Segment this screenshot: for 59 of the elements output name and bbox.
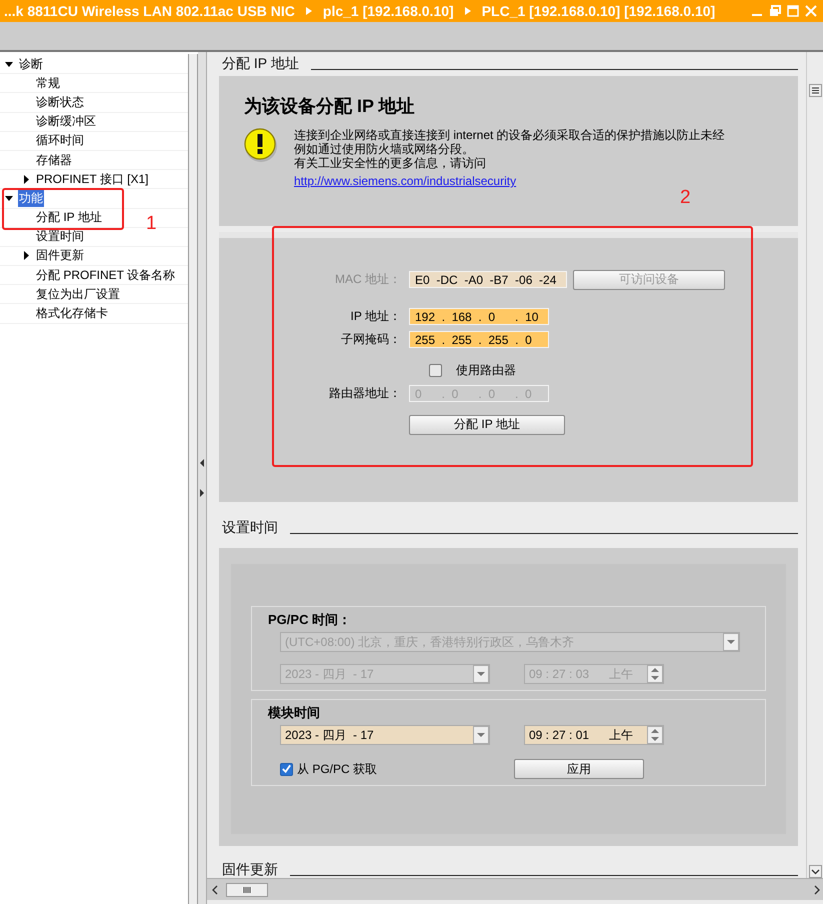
scrollbar[interactable] <box>188 54 198 904</box>
checkbox[interactable] <box>280 762 293 776</box>
link[interactable]: http://www.siemens.com/industrialsecurity <box>294 174 516 188</box>
annotation-number: 1 <box>146 213 157 235</box>
group-title: 模块时间 <box>268 704 321 722</box>
collapse-arrow-icon[interactable] <box>22 174 31 184</box>
tree-item[interactable]: 存储器 <box>35 152 73 169</box>
spinner-icon[interactable] <box>647 726 663 744</box>
tree-item[interactable]: 诊断状态 <box>35 94 85 111</box>
tree-item[interactable]: 设置时间 <box>35 228 85 246</box>
collapse-arrow-icon[interactable] <box>22 251 31 260</box>
section-title: 设置时间 <box>221 519 278 537</box>
time-field[interactable]: 09 : 27 : 01 上午 <box>524 725 664 745</box>
horizontal-scrollbar[interactable] <box>207 878 823 900</box>
tree-item[interactable]: 分配 IP 地址 <box>35 209 103 226</box>
section-title: 固件更新 <box>221 861 278 878</box>
scroll-handle-icon[interactable] <box>226 882 268 896</box>
apply-button[interactable]: 应用 <box>514 759 644 779</box>
vertical-scrollbar[interactable] <box>806 52 823 878</box>
am-pm-label: 上午 <box>609 726 634 744</box>
warning-icon <box>244 128 280 164</box>
tree-item[interactable]: 功能 <box>18 190 44 207</box>
combo-value: 2023 - 四月 - 17 <box>284 726 375 744</box>
section-title: 分配 IP 地址 <box>221 55 299 73</box>
field-label: MAC 地址： <box>334 271 402 288</box>
mac-address-field[interactable]: E0 -DC -A0 -B7 -06 -24 <box>409 271 567 288</box>
tree-item[interactable]: 循环时间 <box>35 132 85 150</box>
date-dropdown[interactable]: 2023 - 四月 - 17 <box>280 725 490 745</box>
tree-item[interactable]: 诊断缓冲区 <box>35 113 97 130</box>
tree-item[interactable]: 格式化存储卡 <box>35 305 109 322</box>
ip-address-field[interactable]: 255 . 255 . 255 . 0 <box>409 331 549 348</box>
breadcrumb-arrow-icon <box>304 6 313 16</box>
assign-ip-button[interactable]: 分配 IP 地址 <box>409 414 565 434</box>
expand-arrow-icon[interactable] <box>5 60 14 69</box>
field-label: 子网掩码： <box>340 331 402 348</box>
scroll-handle-icon[interactable] <box>808 84 822 97</box>
check-icon <box>281 763 292 775</box>
annotation-number: 2 <box>680 187 691 209</box>
checkbox[interactable] <box>429 364 442 377</box>
warning-text: 例如通过使用防火墙或网络分段。 <box>294 142 475 156</box>
tree-item[interactable]: 诊断 <box>18 56 44 73</box>
field-label: 路由器地址： <box>328 385 402 402</box>
tree-item[interactable]: 复位为出厂设置 <box>35 286 121 303</box>
tree-item[interactable]: 固件更新 <box>35 247 85 264</box>
expand-arrow-icon[interactable] <box>5 194 14 203</box>
warning-text: 连接到企业网络或直接连接到 internet 的设备必须采取合适的保护措施以防止未经 <box>294 128 725 142</box>
checkbox-label: 使用路由器 <box>456 362 516 379</box>
tree-item[interactable]: 常规 <box>35 74 61 92</box>
warning-text: 有关工业安全性的更多信息，请访问 <box>294 156 487 170</box>
tree-item[interactable]: 分配 PROFINET 设备名称 <box>35 266 176 284</box>
ip-address-field[interactable]: 192 . 168 . 0 . 10 <box>409 308 549 325</box>
time-value: 09 : 27 : 01 <box>528 728 590 742</box>
checkbox-label: 从 PG/PC 获取 <box>297 760 378 778</box>
group-title: PG/PC 时间： <box>268 611 352 629</box>
scroll-down-icon[interactable] <box>808 865 822 878</box>
field-label: IP 地址： <box>350 308 402 325</box>
panel-heading: 为该设备分配 IP 地址 <box>244 95 416 118</box>
tree-item[interactable]: PROFINET 接口 [X1] <box>35 170 150 188</box>
breadcrumb-arrow-icon <box>464 6 472 16</box>
